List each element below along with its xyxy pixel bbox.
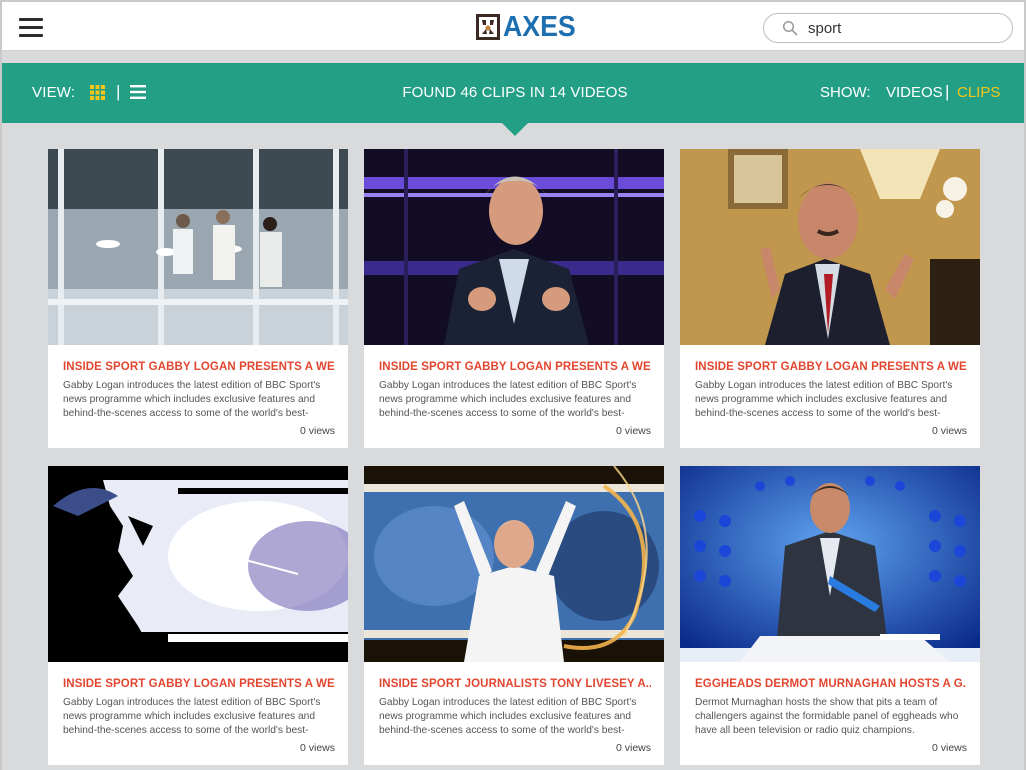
clip-card[interactable]: INSIDE SPORT GABBY LOGAN PRESENTS A WE..… bbox=[48, 149, 348, 448]
clip-title[interactable]: INSIDE SPORT GABBY LOGAN PRESENTS A WE..… bbox=[63, 678, 335, 690]
top-header: AXES bbox=[2, 2, 1024, 51]
clip-description: Dermot Murnaghan hosts the show that pit… bbox=[695, 697, 959, 736]
clip-views: 0 views bbox=[931, 742, 967, 754]
clip-title[interactable]: INSIDE SPORT GABBY LOGAN PRESENTS A WE..… bbox=[695, 361, 967, 373]
clip-thumbnail[interactable] bbox=[48, 466, 348, 662]
clip-card[interactable]: EGGHEADS DERMOT MURNAGHAN HOSTS A G... D… bbox=[680, 466, 980, 765]
search-input[interactable] bbox=[808, 19, 998, 37]
clip-thumbnail[interactable] bbox=[680, 149, 980, 345]
clip-card[interactable]: INSIDE SPORT GABBY LOGAN PRESENTS A WE..… bbox=[680, 149, 980, 448]
clip-description: Gabby Logan introduces the latest editio… bbox=[695, 380, 953, 419]
clip-thumbnail[interactable] bbox=[48, 149, 348, 345]
toolbar-pointer bbox=[502, 123, 528, 136]
app-frame: AXES VIEW: | FOUN bbox=[0, 0, 1026, 770]
clip-thumbnail[interactable] bbox=[680, 466, 980, 662]
clip-thumbnail[interactable] bbox=[364, 149, 664, 345]
clip-card[interactable]: INSIDE SPORT GABBY LOGAN PRESENTS A WE..… bbox=[364, 149, 664, 448]
clip-title[interactable]: INSIDE SPORT JOURNALISTS TONY LIVESEY A.… bbox=[379, 678, 651, 690]
clip-title[interactable]: INSIDE SPORT GABBY LOGAN PRESENTS A WE..… bbox=[379, 361, 651, 373]
show-label: SHOW: bbox=[820, 84, 871, 101]
clip-views: 0 views bbox=[615, 742, 651, 754]
show-separator: | bbox=[945, 82, 950, 101]
clip-description: Gabby Logan introduces the latest editio… bbox=[379, 380, 637, 419]
clip-title[interactable]: EGGHEADS DERMOT MURNAGHAN HOSTS A G... bbox=[695, 678, 967, 690]
search-icon bbox=[782, 20, 798, 36]
show-videos-toggle[interactable]: VIDEOS bbox=[886, 84, 943, 101]
clip-views: 0 views bbox=[299, 425, 335, 437]
clip-title[interactable]: INSIDE SPORT GABBY LOGAN PRESENTS A WE..… bbox=[63, 361, 335, 373]
clip-description: Gabby Logan introduces the latest editio… bbox=[379, 697, 637, 736]
clip-card[interactable]: INSIDE SPORT GABBY LOGAN PRESENTS A WE..… bbox=[48, 466, 348, 765]
show-clips-toggle[interactable]: CLIPS bbox=[957, 84, 1000, 101]
clip-thumbnail[interactable] bbox=[364, 466, 664, 662]
results-toolbar: VIEW: | FOUND 46 CLIPS IN 14 VIDEOS SHOW… bbox=[2, 63, 1024, 136]
logo-mark-icon bbox=[476, 14, 500, 40]
clip-description: Gabby Logan introduces the latest editio… bbox=[63, 697, 321, 736]
clip-views: 0 views bbox=[299, 742, 335, 754]
axes-logo[interactable]: AXES bbox=[475, 11, 582, 43]
clip-description: Gabby Logan introduces the latest editio… bbox=[63, 380, 321, 419]
clip-views: 0 views bbox=[931, 425, 967, 437]
search-box[interactable] bbox=[763, 13, 1013, 43]
clip-card[interactable]: INSIDE SPORT JOURNALISTS TONY LIVESEY A.… bbox=[364, 466, 664, 765]
logo-text: AXES bbox=[503, 11, 576, 43]
menu-icon[interactable] bbox=[19, 18, 43, 37]
results-count: FOUND 46 CLIPS IN 14 VIDEOS bbox=[402, 84, 628, 101]
clip-views: 0 views bbox=[615, 425, 651, 437]
